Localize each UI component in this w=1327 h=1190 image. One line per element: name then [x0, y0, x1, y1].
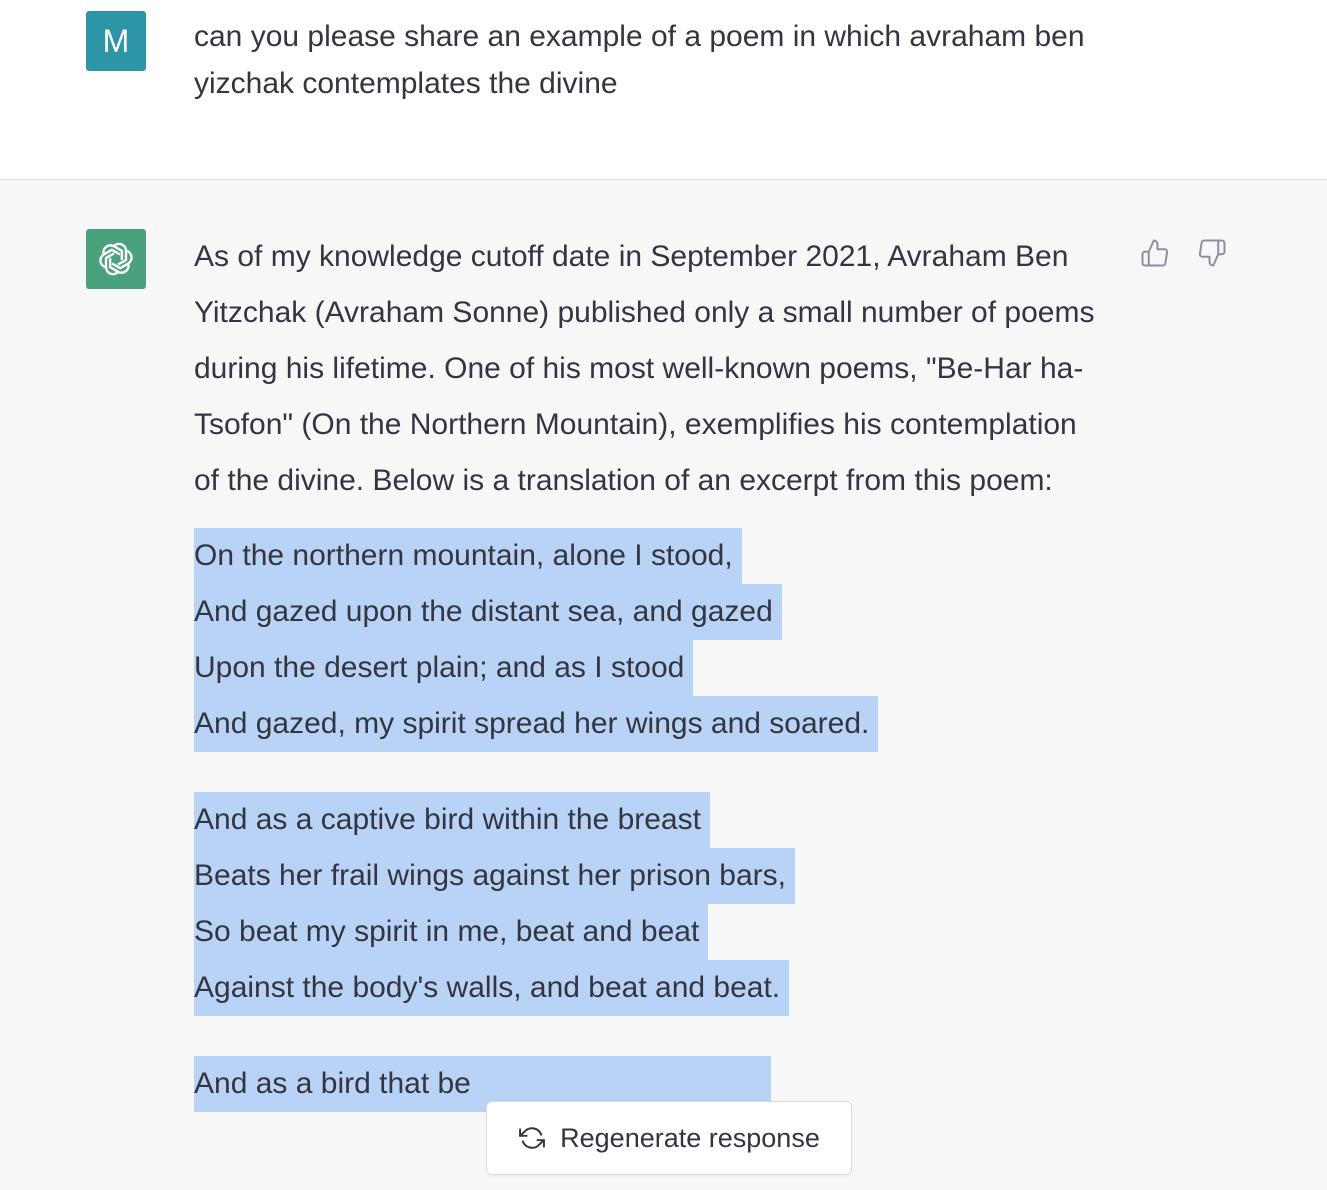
- thumbs-down-icon[interactable]: [1195, 236, 1229, 270]
- user-message-row: M can you please share an example of a p…: [0, 0, 1327, 180]
- poem-line: And gazed, my spirit spread her wings an…: [194, 696, 1104, 752]
- thumbs-up-icon[interactable]: [1138, 236, 1172, 270]
- regenerate-label: Regenerate response: [560, 1122, 820, 1153]
- poem-line: So beat my spirit in me, beat and beat: [194, 904, 1104, 960]
- regenerate-response-button[interactable]: Regenerate response: [486, 1101, 852, 1175]
- user-avatar: M: [86, 11, 146, 71]
- poem-line: Against the body's walls, and beat and b…: [194, 960, 1104, 1016]
- poem-line: On the northern mountain, alone I stood,: [194, 528, 1104, 584]
- assistant-message-row: As of my knowledge cutoff date in Septem…: [0, 180, 1327, 1190]
- openai-logo-icon: [86, 229, 146, 289]
- poem-line: And as a captive bird within the breast: [194, 792, 1104, 848]
- user-message-text: can you please share an example of a poe…: [194, 20, 1085, 100]
- assistant-response: As of my knowledge cutoff date in Septem…: [194, 229, 1104, 1112]
- poem-line: Beats her frail wings against her prison…: [194, 848, 1104, 904]
- poem-line: And gazed upon the distant sea, and gaze…: [194, 584, 1104, 640]
- response-intro: As of my knowledge cutoff date in Septem…: [194, 240, 1095, 497]
- poem-line: Upon the desert plain; and as I stood: [194, 640, 1104, 696]
- refresh-icon: [518, 1124, 546, 1152]
- poem-stanza: On the northern mountain, alone I stood,…: [194, 528, 1104, 752]
- poem-stanza: And as a captive bird within the breast …: [194, 792, 1104, 1016]
